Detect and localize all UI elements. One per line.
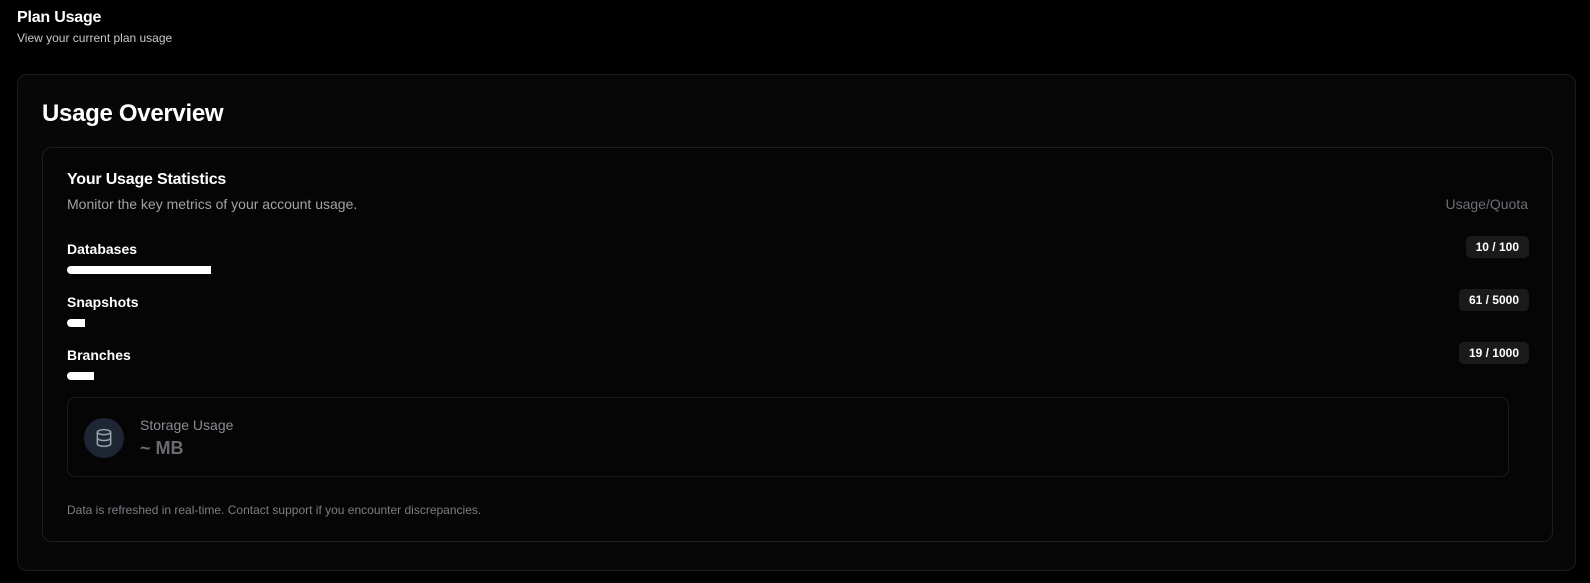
usage-badge: 61 / 5000 <box>1458 289 1529 311</box>
stats-description: Monitor the key metrics of your account … <box>67 196 358 212</box>
usage-overview-card: Usage Overview Your Usage Statistics Mon… <box>17 74 1576 571</box>
usage-badge: 19 / 1000 <box>1458 342 1529 364</box>
metric-label: Branches <box>67 347 131 363</box>
page-subtitle: View your current plan usage <box>17 31 173 45</box>
metric-label: Databases <box>67 241 138 257</box>
progress-fill <box>67 372 95 380</box>
progress-fill <box>67 319 85 327</box>
usage-quota-header: Usage/Quota <box>1445 196 1529 212</box>
storage-value: ~ MB <box>140 438 184 458</box>
metric-row-databases: Databases 10 / 100 <box>67 236 1529 284</box>
database-icon <box>84 418 124 458</box>
usage-statistics-card: Your Usage Statistics Monitor the key me… <box>42 147 1553 542</box>
metric-row-snapshots: Snapshots 61 / 5000 <box>67 289 1529 337</box>
overview-title: Usage Overview <box>42 100 224 127</box>
page-header: Plan Usage View your current plan usage <box>17 8 172 46</box>
usage-badge: 10 / 100 <box>1465 236 1529 258</box>
storage-usage-panel: Storage Usage ~ MB <box>67 397 1509 477</box>
metric-label: Snapshots <box>67 294 139 310</box>
progress-bar <box>67 372 1509 380</box>
metric-row-branches: Branches 19 / 1000 <box>67 342 1529 390</box>
progress-fill <box>67 266 212 274</box>
progress-bar <box>67 266 1509 274</box>
refresh-note: Data is refreshed in real-time. Contact … <box>67 503 482 517</box>
progress-bar <box>67 319 1509 327</box>
stats-title: Your Usage Statistics <box>67 171 227 188</box>
page-title: Plan Usage <box>17 9 102 26</box>
storage-label: Storage Usage <box>140 417 234 433</box>
